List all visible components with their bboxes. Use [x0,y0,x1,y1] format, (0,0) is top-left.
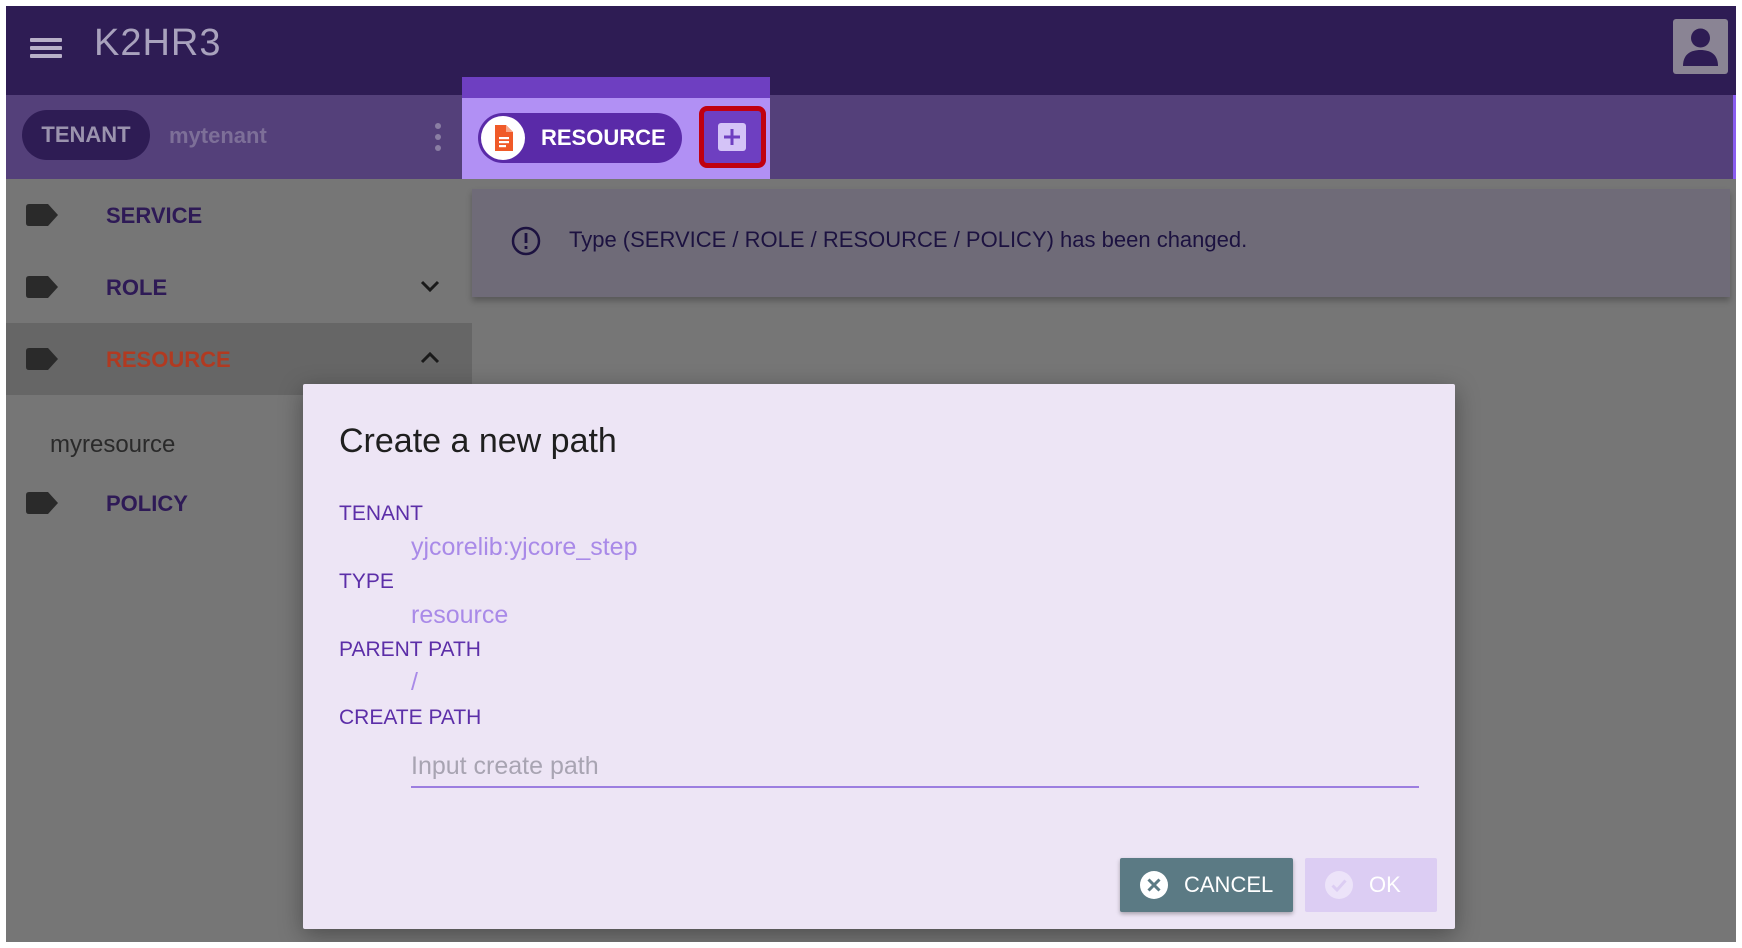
chevron-up-icon[interactable] [420,351,440,365]
resource-chip-avatar [481,116,525,160]
create-path-dialog: Create a new path TENANT yjcorelib:yjcor… [303,384,1455,929]
account-button[interactable] [1673,19,1728,74]
notice-banner: Type (SERVICE / ROLE / RESOURCE / POLICY… [472,189,1730,297]
sidebar-item-label: SERVICE [106,203,203,228]
check-circle-icon [1325,871,1353,899]
plus-icon [718,123,746,151]
account-icon [1683,28,1718,66]
tenant-chip[interactable]: TENANT [22,110,150,160]
info-circle-icon [511,226,541,256]
parent-path-label: PARENT PATH [339,638,481,661]
sidebar-item-label: POLICY [106,491,188,516]
menu-icon[interactable] [30,34,64,62]
tag-icon [26,204,58,226]
sidebar-item-label: RESOURCE [106,347,231,372]
ok-button[interactable]: OK [1305,858,1437,912]
more-vert-icon[interactable] [434,123,442,153]
app-bar: K2HR3 [6,6,1736,95]
sidebar-item-label: ROLE [106,275,168,300]
sidebar-item-service[interactable]: SERVICE [6,179,472,251]
tag-icon [26,276,58,298]
tenant-label: TENANT [339,502,423,525]
add-path-button[interactable] [699,106,766,168]
close-circle-icon [1140,871,1168,899]
create-path-input[interactable] [411,746,1419,788]
tag-icon [26,492,58,514]
chevron-down-icon[interactable] [420,279,440,293]
sidebar-item-role[interactable]: ROLE [6,251,472,323]
parent-path-value: / [411,668,418,696]
sidebar-subitem-myresource[interactable]: myresource [50,431,175,459]
tenant-name: mytenant [169,123,267,148]
bar-edge [1733,95,1736,179]
document-icon [495,125,513,151]
tag-icon [26,348,58,370]
type-value: resource [411,601,509,629]
tenant-value: yjcorelib:yjcore_step [411,533,638,561]
tenant-bar: TENANT mytenant [6,95,1736,179]
app-window: K2HR3 TENANT mytenant RESOURCE SERVICE R… [6,6,1736,942]
create-path-label: CREATE PATH [339,706,482,729]
type-label: TYPE [339,570,394,593]
cancel-button[interactable]: CANCEL [1120,858,1293,912]
app-title: K2HR3 [94,22,222,64]
resource-chip-label: RESOURCE [541,125,666,150]
notice-text: Type (SERVICE / ROLE / RESOURCE / POLICY… [569,227,1248,252]
resource-type-chip[interactable]: RESOURCE [478,113,682,163]
cancel-button-label: CANCEL [1184,872,1274,897]
dialog-title: Create a new path [339,422,617,460]
ok-button-label: OK [1369,872,1401,897]
